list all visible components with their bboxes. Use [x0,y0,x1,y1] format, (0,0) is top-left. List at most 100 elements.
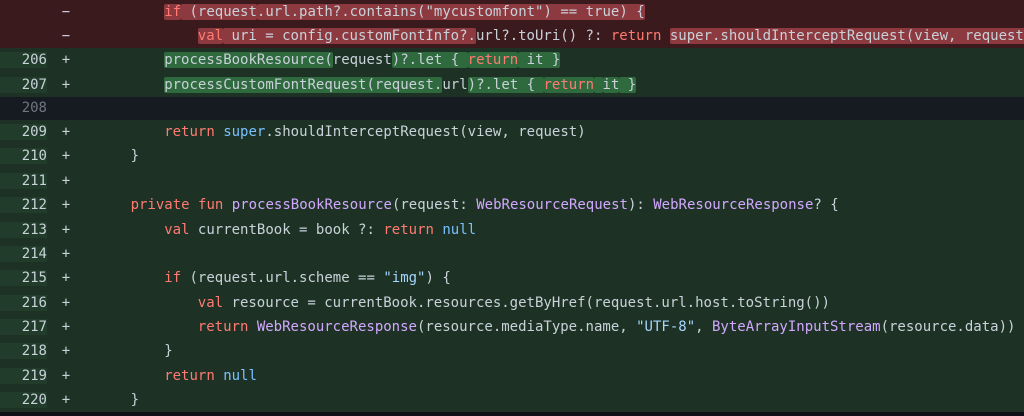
code-token: } [130,392,140,409]
code-token: resource = currentBook.resources.getByHr… [223,294,830,311]
addition-marker: + [61,52,71,69]
code-token: } [130,148,140,165]
code-token: "img" [383,270,426,287]
code-token: WebResourceResponse [653,197,814,214]
diff-view: − if (request.url.path?.contains("mycusto… [0,0,1024,413]
diff-line: 218 +} [0,339,1024,364]
code-token: "UTF-8" [636,319,696,336]
code-token: } [164,343,173,360]
code-content: val uri = config.customFontInfo?.url?.to… [85,28,1024,44]
code-content: } [85,392,139,408]
line-number[interactable]: 220 [0,392,47,409]
line-number[interactable]: 216 [0,294,47,311]
code-token: processBookResource( [164,52,333,69]
code-token: super.shouldInterceptRequest(view, reque… [669,28,1024,44]
addition-marker: + [61,123,71,140]
code-token: url [442,76,468,93]
code-token: return [610,28,662,44]
code-token: (request [181,4,257,20]
diff-line: 207 + processCustomFontRequest(request.url… [0,72,1024,97]
addition-marker: + [61,367,71,384]
diff-line: 211 + [0,168,1024,193]
code-token: return [467,52,519,69]
addition-marker: + [61,294,71,311]
code-token: it [602,76,620,93]
code-token: val [197,294,224,311]
code-token: val [164,221,190,238]
code-token: request [332,52,392,69]
line-number[interactable]: 215 [0,270,47,287]
code-content: processCustomFontRequest(request.url)?.l… [85,76,637,93]
code-token: (request.url.scheme == [181,270,384,287]
code-token: fun [198,197,224,214]
code-content: private fun processBookResource(request:… [85,197,839,213]
diff-line: 208 [0,96,1024,120]
line-number[interactable]: 218 [0,343,47,360]
addition-marker: + [61,148,71,165]
addition-marker: + [61,270,71,287]
code-content: if (request.url.path?.contains("mycustom… [85,4,645,20]
addition-marker: + [61,392,71,409]
code-token: if [164,270,182,287]
line-number[interactable]: 206 [0,52,47,69]
line-number[interactable]: 208 [0,100,47,117]
line-number[interactable]: 212 [0,197,47,214]
code-token [594,76,603,93]
code-token: url [475,28,502,44]
diff-line: 216 + val resource = currentBook.resources… [0,290,1024,315]
code-token: uri = config.customFontInfo?. [223,28,476,44]
line-number[interactable]: 211 [0,172,47,189]
addition-marker: + [61,197,71,214]
code-token: (resource.mediaType.name, [416,319,637,336]
code-token: )?.let { [467,76,544,93]
diff-line: − val uri = config.customFontInfo?.url?.t… [0,24,1024,48]
code-token: return [383,221,434,238]
line-number[interactable]: 210 [0,148,47,165]
code-token: return [164,367,215,384]
code-token: val [197,28,224,44]
code-token: (request: [391,197,477,214]
diff-line: 214 + [0,241,1024,267]
line-number[interactable]: 213 [0,221,47,238]
code-content: return null [85,368,257,384]
code-token: return [197,319,249,336]
code-token: processBookResource [231,197,392,214]
code-content: } [85,148,139,164]
line-number[interactable]: 217 [0,319,47,336]
code-token: it } [518,52,561,69]
code-token: .shouldInterceptRequest(view, request) [265,123,586,140]
addition-marker: + [61,172,71,189]
code-content: processBookResource(request)?.let { retu… [85,52,561,69]
code-token: ByteArrayInputStream [712,319,881,336]
code-token: super [223,123,266,140]
line-number[interactable]: 219 [0,367,47,384]
code-content: } [85,343,173,360]
code-token: if [164,4,182,20]
diff-line: 210 +} [0,144,1024,169]
code-token: private [130,197,190,214]
addition-marker: + [61,245,71,262]
line-number[interactable]: 214 [0,245,47,262]
addition-marker: + [61,319,71,336]
code-token: return [543,76,595,93]
code-token: return [164,123,215,140]
addition-marker: + [61,76,71,93]
code-token: currentBook = book ?: [189,221,384,238]
code-token: null [442,221,477,238]
code-token: processCustomFontRequest(request. [164,76,443,93]
diff-line: 209 + return super.shouldInterceptRequest(… [0,119,1024,145]
code-token: ) { [425,270,451,287]
code-token: null [223,367,257,384]
code-token: (resource.data)) [880,319,1016,336]
diff-line: 220 +} [0,388,1024,413]
line-number[interactable]: 209 [0,123,47,140]
diff-line: 213 + val currentBook = book ?: return nul… [0,217,1024,242]
code-content: val currentBook = book ?: return null [85,222,476,238]
code-token: ): [627,197,654,214]
code-content: return WebResourceResponse(resource.medi… [85,319,1016,336]
line-number[interactable]: 207 [0,76,47,93]
